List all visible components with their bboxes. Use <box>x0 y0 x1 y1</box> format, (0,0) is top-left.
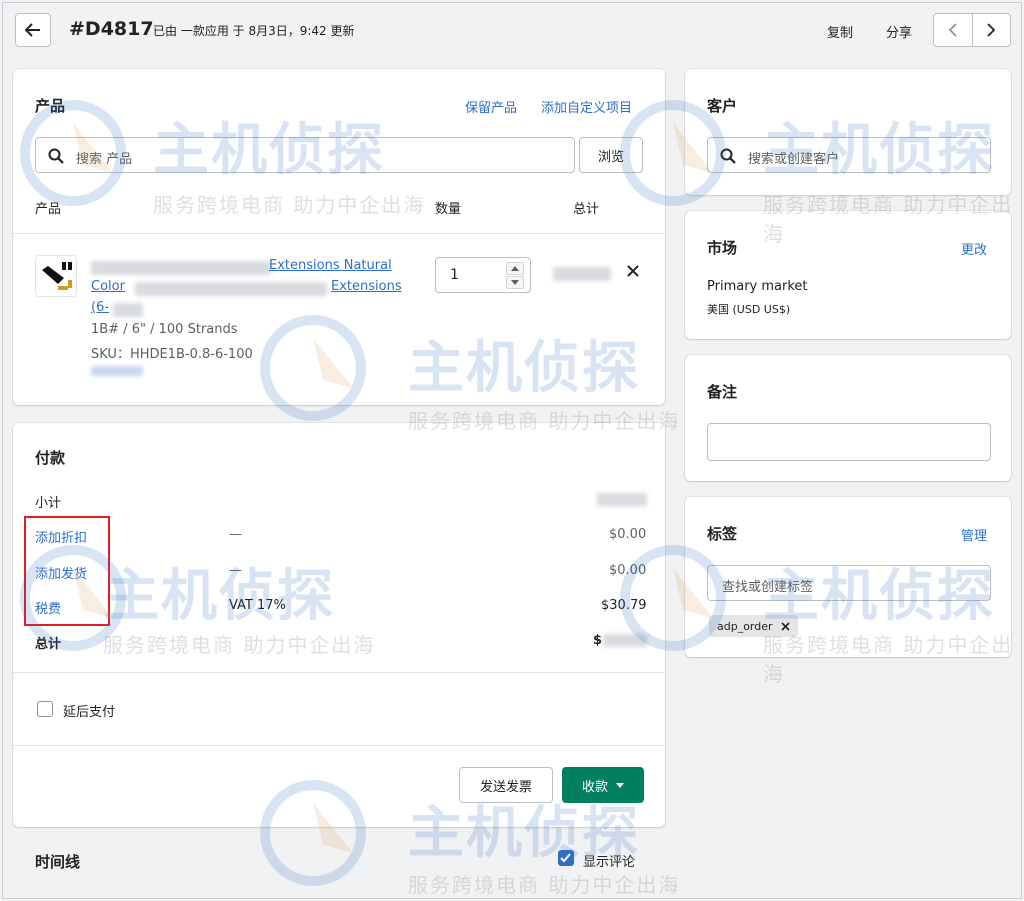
customer-card: 客户 搜索或创建客户 <box>685 69 1011 195</box>
search-icon <box>48 148 64 164</box>
market-card: 市场 更改 Primary market 美国 (USD US$) <box>685 211 1011 339</box>
column-quantity: 数量 <box>435 202 462 217</box>
column-total: 总计 <box>573 202 600 217</box>
redacted-name-part <box>135 282 327 296</box>
shipping-dash: — <box>229 563 242 578</box>
product-sku: SKU：HHDE1B-0.8-6-100 <box>91 347 253 362</box>
share-button[interactable]: 分享 <box>886 22 912 41</box>
tag-chip: adp_order <box>709 615 798 637</box>
market-name: Primary market <box>707 279 808 294</box>
product-variant: 1B# / 6" / 100 Strands <box>91 322 238 337</box>
products-title: 产品 <box>35 97 66 115</box>
quantity-increase-button[interactable] <box>506 262 524 275</box>
notes-input[interactable] <box>707 423 991 461</box>
close-icon <box>627 265 639 277</box>
arrow-left-icon <box>25 23 40 37</box>
page-header: #D4817 已由 一款应用 于 8月3日，9:42 更新 复制 分享 <box>3 3 1023 59</box>
defer-payment-checkbox[interactable] <box>37 701 53 717</box>
send-invoice-label: 发送发票 <box>479 779 532 795</box>
app-frame: #D4817 已由 一款应用 于 8月3日，9:42 更新 复制 分享 产品 保… <box>2 2 1022 899</box>
remove-tag-icon[interactable] <box>780 621 790 631</box>
keep-products-link[interactable]: 保留产品 <box>465 97 517 116</box>
quantity-value: 1 <box>450 267 459 283</box>
show-comments-checkbox[interactable] <box>558 850 574 866</box>
notes-card: 备注 <box>685 355 1011 481</box>
market-edit-link[interactable]: 更改 <box>961 239 987 258</box>
checkmark-icon <box>560 853 571 863</box>
product-image-icon <box>42 262 72 290</box>
copy-button[interactable]: 复制 <box>827 22 853 41</box>
customer-search-input[interactable]: 搜索或创建客户 <box>707 137 991 173</box>
discount-value: $0.00 <box>609 527 647 542</box>
timeline-title: 时间线 <box>35 853 81 871</box>
order-pager <box>933 13 1011 47</box>
browse-label: 浏览 <box>597 149 624 165</box>
discount-dash: — <box>229 527 242 542</box>
redacted-subtotal <box>597 493 647 506</box>
customer-search-placeholder: 搜索或创建客户 <box>748 152 840 167</box>
customer-title: 客户 <box>707 97 738 115</box>
products-card: 产品 保留产品 添加自定义项目 搜索 产品 浏览 产品 数量 总计 Extens… <box>13 69 665 405</box>
product-name-line3[interactable]: (6- <box>91 300 109 315</box>
subtotal-label: 小计 <box>35 496 62 511</box>
notes-title: 备注 <box>707 383 738 401</box>
tag-search-placeholder: 查找或创建标签 <box>722 580 814 595</box>
product-name-line2a[interactable]: Color <box>91 279 125 294</box>
quantity-decrease-button[interactable] <box>506 276 524 289</box>
tags-title: 标签 <box>707 525 738 543</box>
caret-down-icon <box>616 782 624 788</box>
tag-chip-label: adp_order <box>717 619 773 633</box>
products-divider <box>13 233 665 234</box>
next-order-button[interactable] <box>971 14 1011 46</box>
payment-actions-divider <box>13 745 665 746</box>
tax-value: $30.79 <box>601 598 647 613</box>
shipping-value: $0.00 <box>609 563 647 578</box>
market-title: 市场 <box>707 239 738 257</box>
collect-payment-label: 收款 <box>581 779 608 795</box>
payment-card: 付款 小计 添加折扣 — $0.00 添加发货 — $0.00 税费 VAT 1… <box>13 423 665 827</box>
product-name-line2b[interactable]: Extensions <box>331 279 402 294</box>
redacted-total <box>603 634 647 647</box>
payment-title: 付款 <box>35 449 66 467</box>
order-updated-text: 已由 一款应用 于 8月3日，9:42 更新 <box>153 24 355 38</box>
highlight-box <box>24 516 110 626</box>
remove-item-button[interactable] <box>627 265 639 281</box>
product-search-placeholder: 搜索 产品 <box>76 152 133 167</box>
product-thumbnail <box>35 255 77 297</box>
redacted-link <box>91 366 143 376</box>
market-region: 美国 (USD US$) <box>707 303 791 316</box>
product-search-input[interactable]: 搜索 产品 <box>35 137 575 173</box>
tax-description: VAT 17% <box>229 598 286 613</box>
search-icon <box>720 148 736 164</box>
redacted-name-part <box>91 261 271 275</box>
back-button[interactable] <box>15 13 51 47</box>
caret-down-icon <box>511 280 519 285</box>
chevron-left-icon <box>948 23 957 37</box>
quantity-stepper[interactable]: 1 <box>435 257 531 293</box>
show-comments-label: 显示评论 <box>583 855 636 870</box>
tag-search-input[interactable]: 查找或创建标签 <box>707 565 991 601</box>
defer-payment-label: 延后支付 <box>63 705 116 720</box>
column-product: 产品 <box>35 202 62 217</box>
caret-up-icon <box>511 266 519 271</box>
chevron-right-icon <box>987 23 996 37</box>
redacted-name-part <box>113 303 143 317</box>
total-value: $ <box>593 633 603 648</box>
redacted-line-total <box>553 267 611 281</box>
previous-order-button[interactable] <box>934 14 972 46</box>
collect-payment-button[interactable]: 收款 <box>562 767 644 803</box>
browse-button[interactable]: 浏览 <box>579 137 643 173</box>
manage-tags-link[interactable]: 管理 <box>961 525 987 544</box>
order-id: #D4817 <box>69 18 154 40</box>
total-label: 总计 <box>35 637 62 652</box>
watermark-slogan: 服务跨境电商 助力中企出海 <box>408 873 681 897</box>
product-name-line1[interactable]: Extensions Natural <box>269 258 392 273</box>
add-custom-item-link[interactable]: 添加自定义项目 <box>541 97 632 116</box>
send-invoice-button[interactable]: 发送发票 <box>459 767 553 803</box>
payment-divider <box>13 672 665 673</box>
